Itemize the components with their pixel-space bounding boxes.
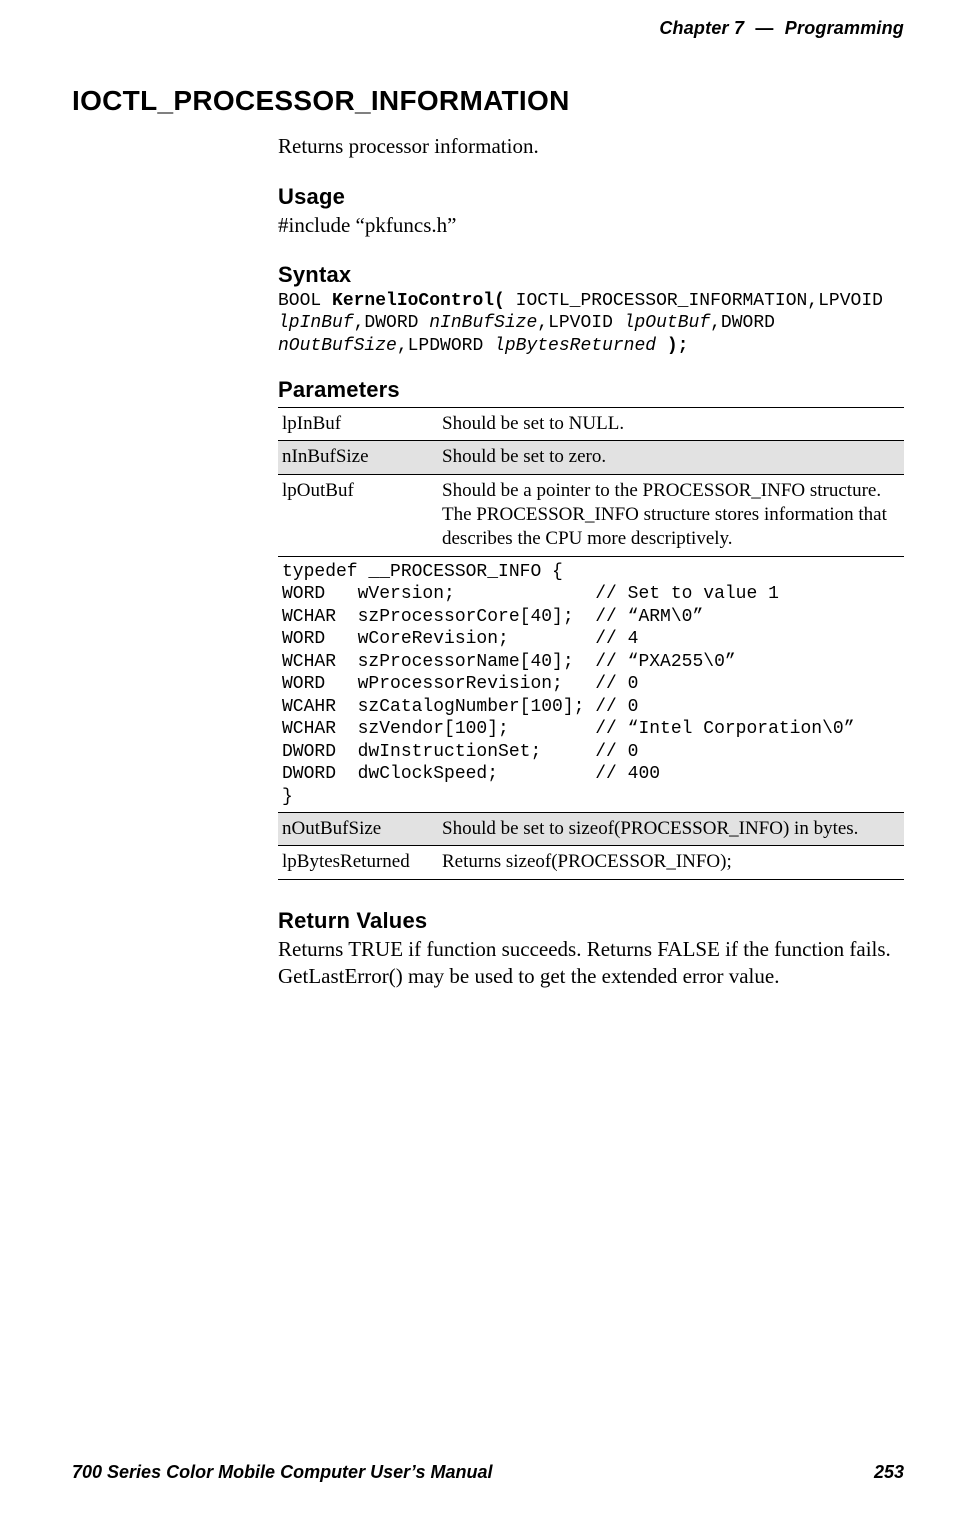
- chapter-number: 7: [734, 18, 744, 38]
- syntax-token: KernelIoControl(: [332, 291, 516, 311]
- syntax-token: nInBufSize: [429, 313, 537, 333]
- syntax-token: ,LPVOID: [537, 313, 623, 333]
- header-dash: —: [749, 18, 779, 38]
- syntax-token: ,DWORD: [710, 313, 786, 333]
- param-desc: Should be a pointer to the PROCESSOR_INF…: [438, 474, 904, 556]
- param-name: lpOutBuf: [278, 474, 438, 556]
- table-row: lpInBuf Should be set to NULL.: [278, 408, 904, 441]
- syntax-token: BOOL: [278, 291, 332, 311]
- syntax-token: lpBytesReturned: [494, 336, 656, 356]
- page-footer: 700 Series Color Mobile Computer User’s …: [72, 1462, 904, 1483]
- parameters-table: lpInBuf Should be set to NULL. nInBufSiz…: [278, 407, 904, 880]
- syntax-token: IOCTL_PROCESSOR_INFORMATION,LPVOID: [516, 291, 894, 311]
- param-name: nOutBufSize: [278, 813, 438, 846]
- table-row-code: typedef __PROCESSOR_INFO { WORD wVersion…: [278, 556, 904, 813]
- syntax-token: ,LPDWORD: [397, 336, 494, 356]
- chapter-title: Programming: [785, 18, 904, 38]
- running-header: Chapter 7 — Programming: [72, 18, 904, 39]
- usage-text: #include “pkfuncs.h”: [278, 212, 904, 239]
- param-name: nInBufSize: [278, 441, 438, 474]
- table-row: nOutBufSize Should be set to sizeof(PROC…: [278, 813, 904, 846]
- topic-intro: Returns processor information.: [278, 133, 904, 160]
- syntax-token: lpInBuf: [278, 313, 354, 333]
- param-desc: Should be set to NULL.: [438, 408, 904, 441]
- chapter-label: Chapter: [659, 18, 728, 38]
- usage-heading: Usage: [278, 184, 904, 210]
- param-name: lpBytesReturned: [278, 846, 438, 879]
- return-values-heading: Return Values: [278, 908, 904, 934]
- table-row: nInBufSize Should be set to zero.: [278, 441, 904, 474]
- syntax-heading: Syntax: [278, 262, 904, 288]
- table-row: lpBytesReturned Returns sizeof(PROCESSOR…: [278, 846, 904, 879]
- page: Chapter 7 — Programming IOCTL_PROCESSOR_…: [0, 0, 976, 1519]
- syntax-token: ,DWORD: [354, 313, 430, 333]
- syntax-token: lpOutBuf: [624, 313, 710, 333]
- param-code-cell: typedef __PROCESSOR_INFO { WORD wVersion…: [278, 556, 904, 813]
- param-desc: Should be set to sizeof(PROCESSOR_INFO) …: [438, 813, 904, 846]
- table-row: lpOutBuf Should be a pointer to the PROC…: [278, 474, 904, 556]
- parameters-heading: Parameters: [278, 377, 904, 403]
- syntax-token: );: [656, 336, 688, 356]
- content-block: Returns processor information. Usage #in…: [278, 133, 904, 990]
- syntax-block: BOOL KernelIoControl( IOCTL_PROCESSOR_IN…: [278, 290, 904, 358]
- page-number: 253: [874, 1462, 904, 1483]
- manual-title: 700 Series Color Mobile Computer User’s …: [72, 1462, 492, 1483]
- syntax-token: nOutBufSize: [278, 336, 397, 356]
- param-name: lpInBuf: [278, 408, 438, 441]
- param-desc: Should be set to zero.: [438, 441, 904, 474]
- topic-title: IOCTL_PROCESSOR_INFORMATION: [72, 85, 904, 117]
- processor-info-struct: typedef __PROCESSOR_INFO { WORD wVersion…: [282, 561, 898, 809]
- param-desc: Returns sizeof(PROCESSOR_INFO);: [438, 846, 904, 879]
- return-values-text: Returns TRUE if function succeeds. Retur…: [278, 936, 904, 991]
